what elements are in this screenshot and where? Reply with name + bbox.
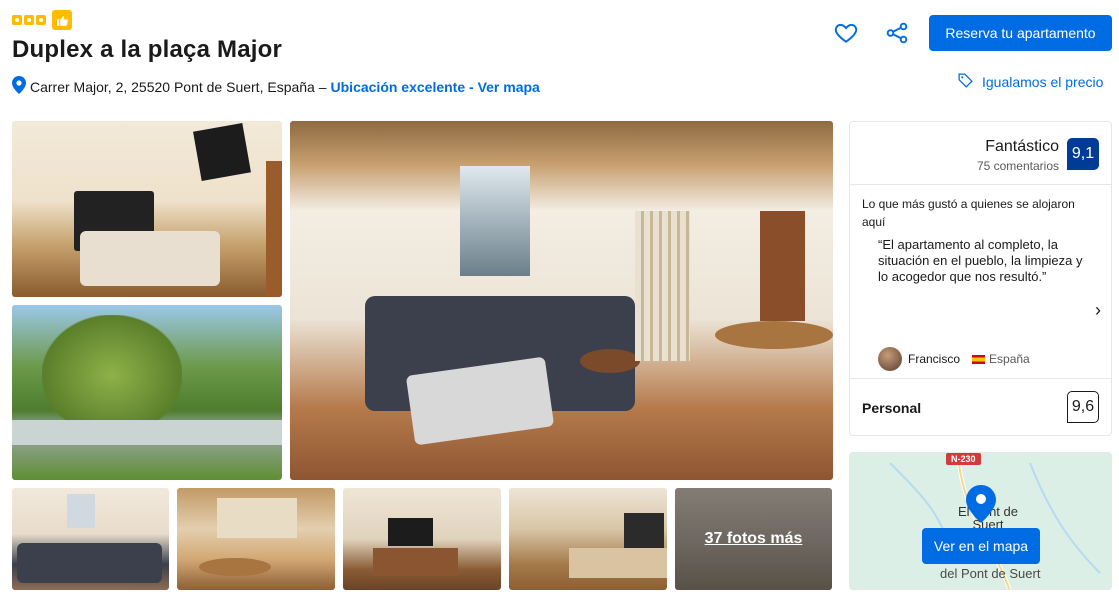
room-divider <box>635 211 690 361</box>
photo-thumb-sofa[interactable] <box>12 488 169 590</box>
review-card[interactable]: Fantástico 75 comentarios 9,1 Lo que más… <box>849 121 1112 436</box>
dining-table <box>715 321 833 349</box>
address-text: Carrer Major, 2, 25520 Pont de Suert, Es… <box>30 78 327 95</box>
category-label: Personal <box>862 400 922 416</box>
more-photos-link[interactable]: 37 fotos más <box>705 530 803 548</box>
review-quote: “El apartamento al completo, la situació… <box>878 237 1083 284</box>
photo-thumb-more[interactable]: 37 fotos más <box>675 488 832 590</box>
star-icon <box>36 15 46 25</box>
door <box>266 161 282 297</box>
photo-bedroom[interactable] <box>12 121 282 297</box>
photo-thumb-tv-room[interactable] <box>343 488 501 590</box>
liked-title: Lo que más gustó a quienes se alojaron a… <box>862 197 1075 229</box>
coffee-table <box>580 349 640 373</box>
property-title: Duplex a la plaça Major <box>12 36 283 63</box>
price-match-link[interactable]: Igualamos el precio <box>957 72 1103 92</box>
price-tag-icon <box>957 72 974 92</box>
star-rating <box>12 10 72 30</box>
willow-tree <box>42 315 182 435</box>
wall-tv <box>193 123 251 181</box>
map-pin-icon <box>966 485 996 528</box>
rating-label: Fantástico <box>985 138 1059 155</box>
reviewer: Francisco España <box>878 347 1030 371</box>
chevron-right-icon[interactable]: › <box>1095 300 1101 321</box>
spain-flag-icon <box>972 354 986 364</box>
reviewer-name: Francisco <box>908 352 961 366</box>
tv <box>388 518 433 546</box>
category-score-badge: 9,6 <box>1067 391 1099 423</box>
thumbs-up-icon <box>52 10 72 30</box>
star-icon <box>24 15 34 25</box>
map-place-label: del Pont de Suert <box>940 566 1041 581</box>
price-match-label: Igualamos el precio <box>982 74 1104 90</box>
deer-poster <box>460 166 530 276</box>
windows <box>217 498 297 538</box>
photo-living-room[interactable] <box>290 121 833 480</box>
review-count: 75 comentarios <box>976 159 1059 173</box>
reviewer-country-label: España <box>989 352 1030 366</box>
bed <box>80 231 220 286</box>
photo-river[interactable] <box>12 305 282 480</box>
divider <box>850 184 1111 185</box>
bed <box>569 548 667 578</box>
heart-icon[interactable] <box>833 20 859 46</box>
road-badge: N-230 <box>946 453 981 465</box>
river <box>12 420 282 445</box>
share-icon[interactable] <box>884 20 910 46</box>
map-preview[interactable]: N-230 El Pont de Suert Ver en el mapa de… <box>849 452 1112 590</box>
address-row: Carrer Major, 2, 25520 Pont de Suert, Es… <box>12 76 540 97</box>
avatar <box>878 347 902 371</box>
sofa <box>17 543 162 583</box>
more-photos-overlay[interactable]: 37 fotos más <box>675 488 832 590</box>
reserve-button[interactable]: Reserva tu apartamento <box>929 15 1112 51</box>
star-icon <box>12 15 22 25</box>
deer-poster <box>67 494 95 528</box>
reviewer-country: España <box>972 352 1030 366</box>
view-map-button[interactable]: Ver en el mapa <box>922 528 1040 564</box>
headboard <box>624 513 664 548</box>
dining-table <box>199 558 271 576</box>
score-badge: 9,1 <box>1067 138 1099 170</box>
divider <box>850 378 1111 379</box>
location-map-link[interactable]: Ubicación excelente - Ver mapa <box>331 79 540 95</box>
tv-cabinet <box>373 548 458 576</box>
photo-thumb-bedroom[interactable] <box>509 488 667 590</box>
location-pin-icon <box>12 76 26 97</box>
review-score-header[interactable]: Fantástico 75 comentarios 9,1 <box>977 138 1099 173</box>
photo-thumb-dining[interactable] <box>177 488 335 590</box>
door <box>760 211 805 321</box>
